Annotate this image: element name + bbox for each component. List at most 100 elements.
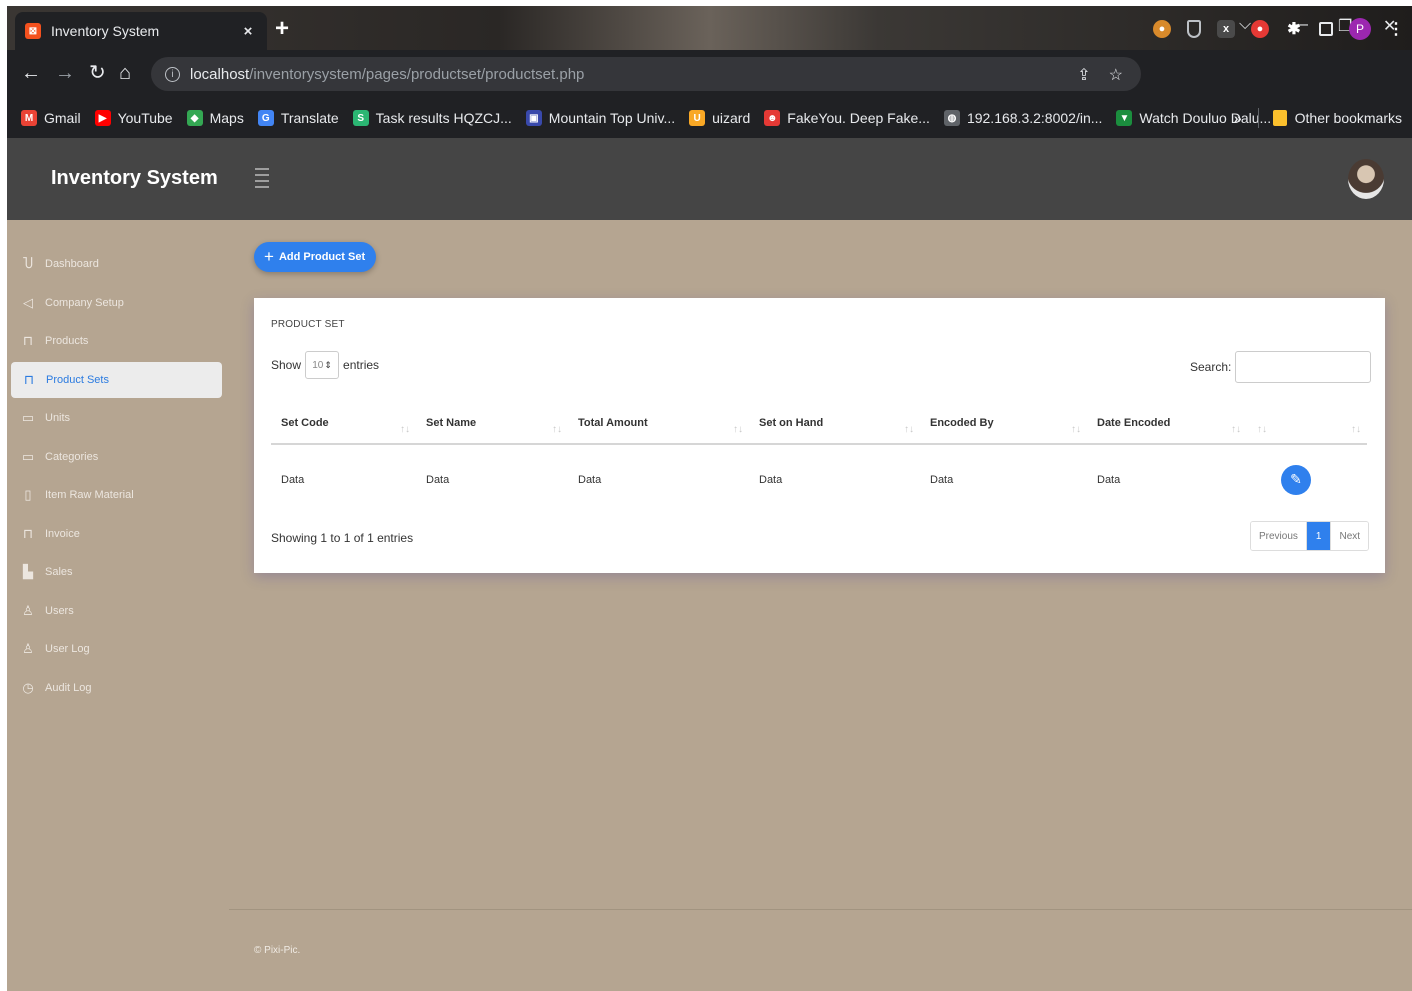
- sort-icon[interactable]: ↑↓: [904, 424, 914, 435]
- sidebar-item-dashboard[interactable]: Ⴎ Dashboard: [7, 246, 229, 282]
- sidebar-item-label: Units: [45, 412, 71, 424]
- puzzle-icon[interactable]: ✱: [1285, 20, 1303, 38]
- back-icon[interactable]: ←: [21, 63, 41, 83]
- sidebar-item-company-setup[interactable]: ◁ Company Setup: [7, 285, 229, 321]
- column-header[interactable]: Set on Hand ↑↓: [749, 402, 920, 445]
- app-brand[interactable]: Inventory System: [51, 167, 218, 190]
- site-info-icon[interactable]: i: [165, 66, 180, 82]
- sidebar-item-label: Invoice: [45, 527, 80, 540]
- add-product-set-button[interactable]: + Add Product Set: [254, 242, 377, 272]
- sidebar-item-invoice[interactable]: ⊓ Invoice: [7, 516, 229, 552]
- forward-icon[interactable]: →: [55, 63, 75, 83]
- units-icon: ▭: [21, 410, 35, 425]
- table-cell: Data: [426, 473, 450, 486]
- bookmark-item[interactable]: ▶ YouTube: [94, 110, 173, 126]
- folder-icon: [1272, 110, 1287, 126]
- tab-favicon-icon: ⊠: [25, 23, 41, 39]
- sidebar-item-label: Sales: [45, 566, 73, 578]
- bookmarks-overflow-button[interactable]: »: [1234, 110, 1242, 126]
- sidebar-item-label: Users: [45, 604, 74, 617]
- column-header[interactable]: ↑↓ ↑↓: [1247, 402, 1367, 445]
- profile-avatar[interactable]: P: [1349, 18, 1371, 40]
- table-search: Search:: [1190, 351, 1372, 383]
- sidebar-item-item-raw-material[interactable]: ▯ Item Raw Material: [7, 477, 229, 513]
- sort-icon[interactable]: ↑↓: [1351, 424, 1361, 435]
- share-icon[interactable]: ⇪: [1077, 65, 1090, 85]
- sidebar-item-categories[interactable]: ▭ Categories: [7, 439, 229, 475]
- browser-chrome: ⊠ Inventory System × + ⌵ — ❐ ✕ ← → ↻ ⌂ i…: [7, 6, 1412, 138]
- fakeyou-icon: ☻: [764, 110, 781, 126]
- table-cell: Data: [930, 473, 954, 486]
- bookmark-label: Task results HQZCJ...: [375, 110, 512, 126]
- other-bookmarks-link[interactable]: Other bookmarks: [1295, 110, 1402, 126]
- edit-icon[interactable]: ✎: [1281, 464, 1311, 495]
- bookmark-item[interactable]: ▣ Mountain Top Univ...: [525, 110, 675, 126]
- sort-icon[interactable]: ↑↓: [733, 424, 743, 435]
- search-label: Search:: [1190, 360, 1232, 374]
- bookmark-item[interactable]: S Task results HQZCJ...: [352, 110, 512, 126]
- reload-icon[interactable]: ↻: [89, 63, 106, 83]
- user-avatar[interactable]: [1348, 159, 1384, 199]
- sidebar-item-units[interactable]: ▭ Units: [7, 400, 229, 436]
- column-header[interactable]: Total Amount ↑↓: [568, 402, 749, 445]
- close-tab-icon[interactable]: ×: [239, 23, 257, 40]
- invoice-icon: ⊓: [22, 525, 34, 541]
- sort-icon[interactable]: ↑↓: [1257, 424, 1267, 435]
- sidebar-item-audit-log[interactable]: ◷ Audit Log: [7, 670, 229, 706]
- entries-select[interactable]: 10 ⇕: [305, 351, 340, 379]
- bookmark-item[interactable]: Uuizard: [689, 110, 750, 126]
- bookmark-item[interactable]: M Gmail: [21, 110, 81, 126]
- app-header: Inventory System: [7, 138, 1412, 220]
- sidebar-item-users[interactable]: ♙ Users: [7, 593, 229, 629]
- bookmark-label: Maps: [209, 110, 244, 126]
- side-panel-icon[interactable]: [1319, 22, 1333, 36]
- footer-divider: [229, 909, 1412, 910]
- sidebar-item-product-sets[interactable]: ⊓ Product Sets: [11, 361, 222, 398]
- page-1-button[interactable]: 1: [1305, 522, 1331, 550]
- sort-icon[interactable]: ↑↓: [1071, 424, 1081, 435]
- table-cell: Data: [281, 473, 305, 486]
- sort-icon[interactable]: ↑↓: [552, 424, 562, 435]
- column-header[interactable]: Set Code ↑↓: [271, 402, 416, 445]
- product-set-card: PRODUCT SET Show 10 ⇕ entries Search: Set…: [254, 298, 1385, 573]
- home-icon[interactable]: ⌂: [119, 63, 131, 83]
- sort-icon[interactable]: ↑↓: [1231, 424, 1241, 435]
- sidebar-item-products[interactable]: ⊓ Products: [7, 323, 229, 359]
- sidebar-item-label: Dashboard: [45, 258, 99, 270]
- university-icon: ▣: [525, 110, 542, 126]
- x-extension-icon[interactable]: x: [1217, 20, 1235, 38]
- table-cell: Data: [759, 473, 783, 486]
- sidebar-item-label: User Log: [45, 643, 90, 655]
- sidebar-item-user-log[interactable]: ♙ User Log: [7, 631, 229, 667]
- column-header[interactable]: Set Name ↑↓: [416, 402, 568, 445]
- extensions-area: ● x ● ✱ P ⋮: [1153, 18, 1405, 40]
- red-extension-icon[interactable]: ●: [1251, 20, 1269, 38]
- column-header-label: Set Code: [281, 416, 329, 429]
- sort-icon[interactable]: ↑↓: [400, 424, 410, 435]
- bookmark-item[interactable]: ☻ FakeYou. Deep Fake...: [764, 110, 930, 126]
- bookmark-item[interactable]: ◆ Maps: [186, 110, 244, 126]
- bookmark-item[interactable]: G Translate: [257, 110, 339, 126]
- new-tab-button[interactable]: +: [275, 17, 289, 41]
- bookmark-item[interactable]: ◍ 192.168.3.2:8002/in...: [943, 110, 1103, 126]
- browser-tab[interactable]: ⊠ Inventory System ×: [15, 12, 267, 50]
- column-header[interactable]: Encoded By ↑↓: [920, 402, 1087, 445]
- cookie-extension-icon[interactable]: ●: [1153, 20, 1171, 38]
- bookmark-label: FakeYou. Deep Fake...: [787, 110, 930, 126]
- menu-toggle-icon[interactable]: [255, 168, 269, 188]
- shield-extension-icon[interactable]: [1187, 20, 1201, 38]
- kebab-menu-icon[interactable]: ⋮: [1387, 20, 1405, 38]
- maps-icon: ◆: [186, 110, 203, 126]
- address-bar[interactable]: i localhost /inventorysystem/pages/produ…: [151, 57, 1141, 91]
- sidebar-item-label: Item Raw Material: [45, 489, 134, 501]
- previous-page-button[interactable]: Previous: [1251, 522, 1306, 550]
- next-page-button[interactable]: Next: [1330, 522, 1369, 550]
- bookmark-label: 192.168.3.2:8002/in...: [966, 110, 1103, 126]
- search-input[interactable]: [1235, 351, 1372, 383]
- select-arrows-icon: ⇕: [324, 359, 332, 370]
- bookmark-star-icon[interactable]: ☆: [1109, 65, 1123, 85]
- table-info: Showing 1 to 1 of 1 entries: [271, 531, 414, 545]
- sidebar-item-sales[interactable]: ▙ Sales: [7, 554, 229, 590]
- table-body: Data Data Data Data Data Data ✎: [271, 444, 1367, 514]
- column-header[interactable]: Date Encoded ↑↓: [1087, 402, 1247, 445]
